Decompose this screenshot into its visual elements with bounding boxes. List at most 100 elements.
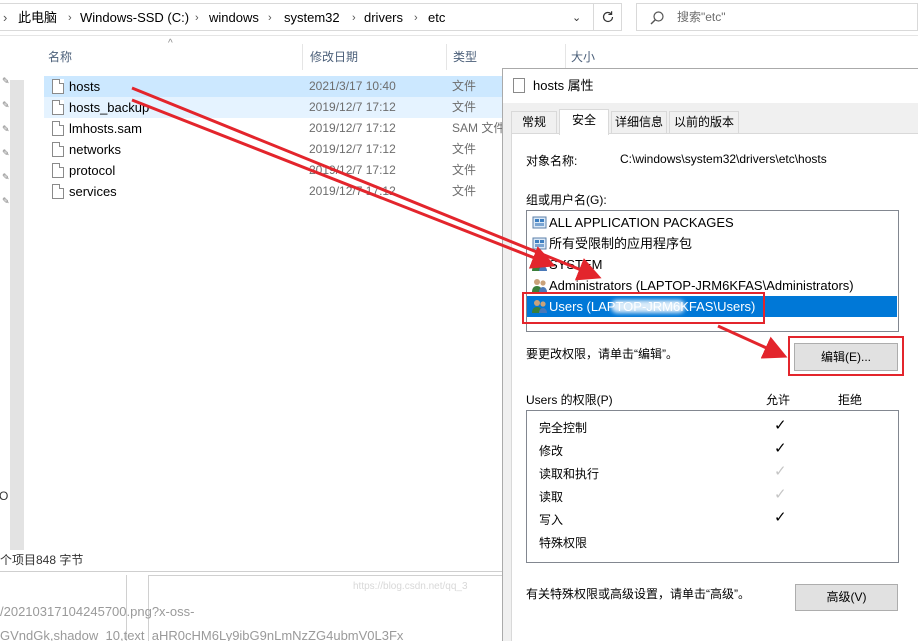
breadcrumb-etc[interactable]: etc [428,4,445,32]
file-name: hosts [69,79,101,94]
check-icon: ✓ [774,417,787,434]
dialog-title: hosts 属性 [533,78,594,93]
file-icon [52,184,64,199]
file-icon [52,100,64,115]
file-type: 文件 [452,100,477,114]
column-divider[interactable] [446,44,447,70]
search-icon [650,11,664,25]
search-input[interactable]: 搜索"etc" [636,3,918,31]
tab-general[interactable]: 常规 [511,111,557,133]
column-header-date[interactable]: 修改日期 [310,46,358,68]
file-icon [52,79,64,94]
file-type: SAM 文件 [452,121,506,135]
breadcrumb-drive[interactable]: Windows-SSD (C:) [80,4,189,32]
refresh-button[interactable] [594,3,622,31]
file-name: networks [69,142,122,157]
permission-name: 写入 [539,513,564,527]
background-text: GVndGk,shadow_10,text_aHR0cHM6Ly9ibG9nLm… [0,628,404,641]
group-name: ALL APPLICATION PACKAGES [549,215,734,230]
annotation-highlight-users [522,292,765,324]
group-name: SYSTEM [549,257,603,272]
object-path: C:\windows\system32\drivers\etc\hosts [620,152,827,166]
file-icon [52,163,64,178]
check-icon: ✓ [774,486,787,503]
tab-previous-versions[interactable]: 以前的版本 [669,111,739,133]
breadcrumb-drivers[interactable]: drivers [364,4,403,32]
status-item-count: 个项目 [0,553,37,567]
column-header-size[interactable]: 大小 [571,46,595,68]
deny-header: 拒绝 [838,393,863,407]
users-icon [532,258,547,271]
breadcrumb-chevron-icon[interactable]: › [3,4,7,32]
column-header-type[interactable]: 类型 [453,46,477,68]
column-divider[interactable] [565,44,566,70]
package-group-icon [532,216,547,229]
permission-name: 读取和执行 [539,467,600,481]
tab-security[interactable]: 安全 [559,109,609,135]
breadcrumb-separator-icon[interactable]: › [268,4,272,32]
annotation-highlight-edit [788,336,904,376]
file-type: 文件 [452,163,477,177]
file-icon [513,78,525,93]
column-header-name[interactable]: 名称 [48,46,72,68]
tab-details[interactable]: 详细信息 [611,111,667,133]
file-name: lmhosts.sam [69,121,142,136]
file-date: 2019/12/7 17:12 [309,121,396,135]
breadcrumb-separator-icon[interactable]: › [68,4,72,32]
nav-scrollbar[interactable] [10,80,24,550]
background-text: /20210317104245700.png?x-oss- [0,604,195,619]
address-bar: › 此电脑 › Windows-SSD (C:) › windows › sys… [0,0,918,36]
file-type: 文件 [452,79,477,93]
advanced-button[interactable]: 高级(V) [795,584,898,611]
permission-name: 完全控制 [539,421,588,435]
breadcrumb-this-pc[interactable]: 此电脑 [18,4,57,32]
package-group-icon [532,237,547,250]
file-type: 文件 [452,142,477,156]
file-icon [52,142,64,157]
nav-clipped-label: O [0,489,9,503]
file-date: 2019/12/7 17:12 [309,142,396,156]
users-icon [532,279,547,292]
pin-icon[interactable]: ✎ [2,172,10,183]
sort-ascending-icon: ^ [168,38,173,49]
breadcrumb-separator-icon[interactable]: › [352,4,356,32]
refresh-icon [602,11,613,23]
file-row[interactable]: protocol 2019/12/7 17:12 文件 [44,160,514,181]
column-divider[interactable] [302,44,303,70]
breadcrumb-windows[interactable]: windows [209,4,259,32]
breadcrumb-system32[interactable]: system32 [284,4,340,32]
list-item[interactable]: ALL APPLICATION PACKAGES [527,212,897,233]
breadcrumb-separator-icon[interactable]: › [414,4,418,32]
file-row[interactable]: networks 2019/12/7 17:12 文件 [44,139,514,160]
dialog-title-bar[interactable]: hosts 属性 [503,69,918,103]
check-icon: ✓ [774,463,787,480]
file-row[interactable]: services 2019/12/7 17:12 文件 [44,181,514,202]
file-name: services [69,184,117,199]
pin-icon[interactable]: ✎ [2,100,10,111]
pin-icon[interactable]: ✎ [2,196,10,207]
pin-icon[interactable]: ✎ [2,76,10,87]
breadcrumb[interactable]: › 此电脑 › Windows-SSD (C:) › windows › sys… [0,3,594,31]
file-row[interactable]: hosts_backup 2019/12/7 17:12 文件 [44,97,514,118]
permissions-label: Users 的权限(P) [526,393,613,407]
group-list-label: 组或用户名(G): [526,193,607,207]
group-name: 所有受限制的应用程序包 [549,236,693,251]
address-dropdown-chevron-icon[interactable]: ⌄ [572,4,581,32]
status-selected-size: 848 字节 [36,553,84,567]
pin-icon[interactable]: ✎ [2,148,10,159]
list-item[interactable]: SYSTEM [527,254,897,275]
file-icon [52,121,64,136]
allow-header: 允许 [766,393,791,407]
breadcrumb-separator-icon[interactable]: › [195,4,199,32]
file-row[interactable]: lmhosts.sam 2019/12/7 17:12 SAM 文件 [44,118,514,139]
file-date: 2019/12/7 17:12 [309,100,396,114]
pin-icon[interactable]: ✎ [2,124,10,135]
file-row[interactable]: hosts 2021/3/17 10:40 文件 [44,76,514,97]
permission-list: 完全控制 ✓ 修改 ✓ 读取和执行 ✓ 读取 ✓ 写入 ✓ 特殊权限 [526,410,899,563]
window-border [0,571,502,572]
list-item[interactable]: 所有受限制的应用程序包 [527,233,897,254]
check-icon: ✓ [774,440,787,457]
watermark: https://blog.csdn.net/qq_3 [353,581,468,592]
permission-name: 特殊权限 [539,536,588,550]
file-name: hosts_backup [69,100,150,115]
